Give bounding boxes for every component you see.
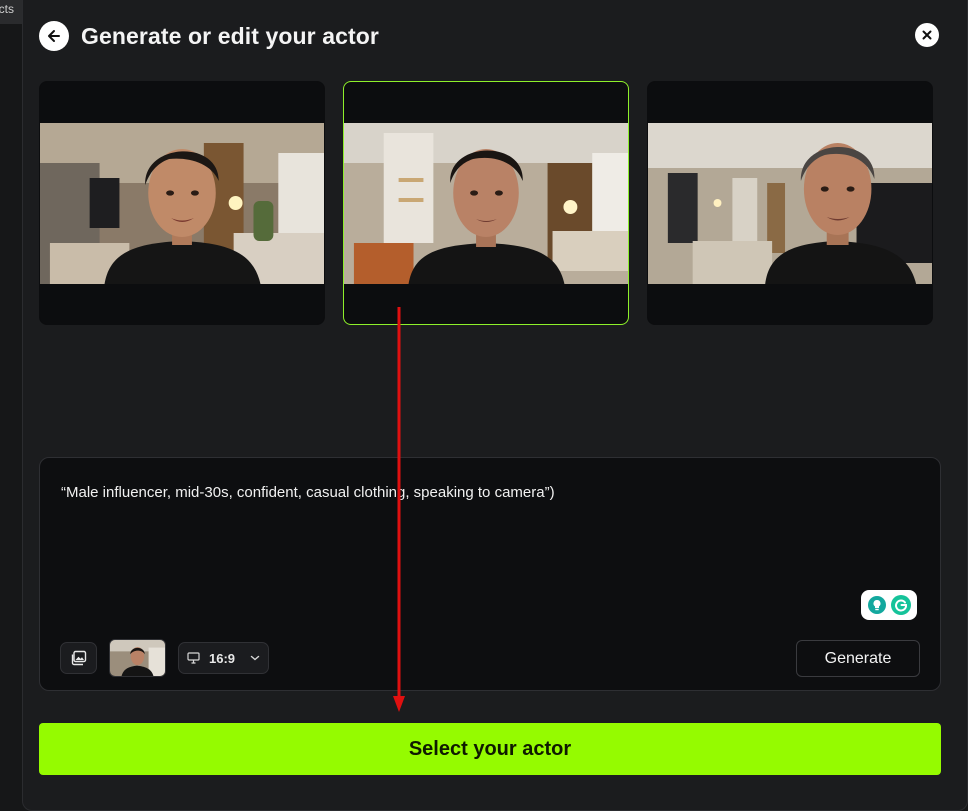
actor-card-3[interactable] [647, 81, 933, 325]
modal-header: Generate or edit your actor [39, 20, 379, 52]
actor-card-2[interactable] [343, 81, 629, 325]
monitor-icon [187, 652, 200, 664]
aspect-ratio-value: 16:9 [209, 650, 236, 666]
chevron-down-icon [250, 655, 260, 661]
background-tab: ects [0, 0, 24, 24]
upload-image-button[interactable] [60, 642, 97, 674]
lightbulb-icon [867, 596, 886, 614]
image-gallery-icon [71, 650, 86, 666]
actor-photo-3 [648, 123, 932, 284]
prompt-textarea[interactable]: “Male influencer, mid-30s, confident, ca… [61, 484, 881, 502]
grammarly-icon [890, 595, 911, 615]
actor-photo-1 [40, 123, 324, 284]
grammarly-widget[interactable] [861, 590, 917, 620]
actor-card-1[interactable] [39, 81, 325, 325]
arrow-left-icon [48, 30, 60, 42]
prompt-panel: “Male influencer, mid-30s, confident, ca… [39, 457, 941, 691]
reference-actor-thumbnail[interactable] [109, 639, 166, 677]
back-button[interactable] [39, 21, 69, 51]
actor-options [39, 81, 933, 325]
generate-actor-modal: Generate or edit your actor “Male influe… [22, 0, 968, 811]
aspect-ratio-select[interactable]: 16:9 [178, 642, 269, 674]
actor-photo-2 [344, 123, 628, 284]
close-icon [922, 30, 932, 40]
prompt-toolbar: 16:9 [60, 639, 269, 677]
generate-button[interactable]: Generate [796, 640, 920, 677]
modal-title: Generate or edit your actor [81, 22, 379, 49]
select-actor-button[interactable]: Select your actor [39, 723, 941, 775]
close-button[interactable] [915, 23, 939, 47]
